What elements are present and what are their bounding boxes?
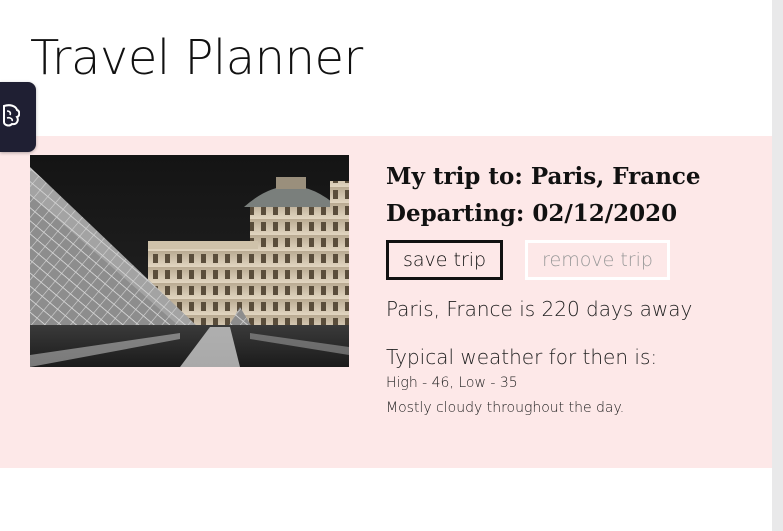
app-page: Travel Planner My trip to: Paris, France… — [0, 0, 772, 531]
side-panel-handle[interactable] — [0, 82, 36, 152]
trip-destination-heading: My trip to: Paris, France — [386, 163, 701, 190]
remove-trip-button[interactable]: remove trip — [525, 240, 670, 280]
scrollbar-track[interactable] — [772, 0, 783, 531]
page-title: Travel Planner — [30, 30, 363, 86]
weather-summary: Mostly cloudy throughout the day. — [386, 400, 625, 416]
trip-info: My trip to: Paris, France Departing: 02/… — [386, 158, 766, 416]
trip-card: My trip to: Paris, France Departing: 02/… — [0, 136, 772, 468]
destination-photo — [30, 155, 349, 367]
trip-countdown: Paris, France is 220 days away — [386, 297, 693, 321]
weather-label: Typical weather for then is: — [386, 345, 658, 369]
brain-icon — [0, 102, 21, 132]
weather-temperatures: High - 46, Low - 35 — [386, 375, 518, 391]
trip-departure-date: Departing: 02/12/2020 — [386, 200, 678, 227]
trip-actions: save trip remove trip — [386, 240, 766, 280]
save-trip-button[interactable]: save trip — [386, 240, 504, 280]
